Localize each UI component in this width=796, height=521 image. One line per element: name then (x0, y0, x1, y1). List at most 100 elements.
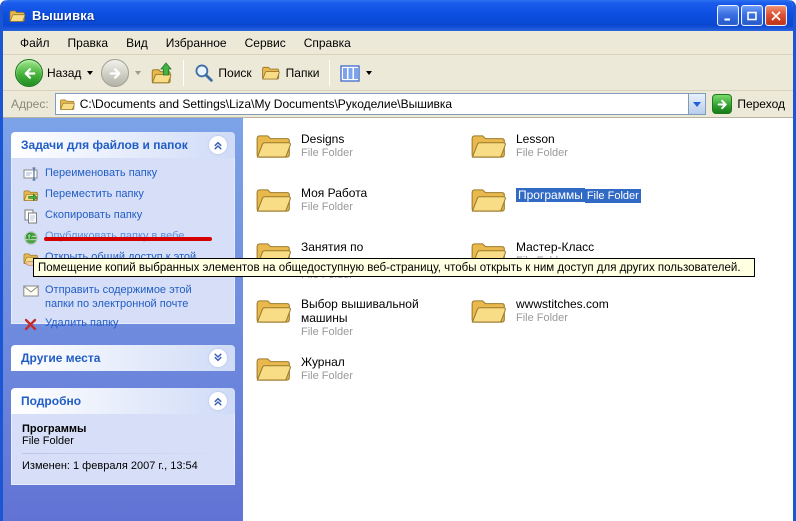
collapse-button[interactable] (209, 136, 227, 154)
window-title: Вышивка (32, 8, 717, 23)
task-label: Удалить папку (45, 316, 119, 330)
folder-icon (255, 353, 291, 383)
folder-icon (470, 295, 506, 325)
search-label: Поиск (218, 66, 251, 80)
collapse-button[interactable] (209, 392, 227, 410)
menu-favorites[interactable]: Избранное (157, 33, 236, 53)
folder-name: Мастер-Класс (516, 240, 594, 254)
close-button[interactable] (765, 5, 787, 26)
folder-type: File Folder (585, 189, 641, 203)
close-icon (770, 10, 782, 22)
details-item-type: File Folder (22, 435, 226, 447)
expand-button[interactable] (209, 349, 227, 367)
task-label: Отправить содержимое этой папки по элект… (45, 283, 223, 311)
tasks-panel-title: Задачи для файлов и папок (21, 138, 188, 152)
folder-icon-selected (470, 184, 506, 214)
delete-icon (22, 316, 39, 332)
folders-label: Папки (286, 66, 320, 80)
folders-icon (260, 64, 282, 82)
up-folder-icon (149, 62, 173, 84)
copy-folder-icon (22, 208, 39, 224)
move-folder-icon (22, 187, 39, 203)
task-label: Переименовать папку (45, 166, 157, 180)
views-dropdown-caret[interactable] (366, 71, 372, 75)
menu-view[interactable]: Вид (117, 33, 157, 53)
other-places-header[interactable]: Другие места (11, 345, 235, 371)
details-panel-title: Подробно (21, 394, 81, 408)
back-dropdown-caret[interactable] (87, 71, 93, 75)
task-email-folder-contents[interactable]: Отправить содержимое этой папки по элект… (22, 283, 228, 311)
details-panel-header[interactable]: Подробно (11, 388, 235, 414)
task-copy-folder[interactable]: Скопировать папку (22, 208, 228, 224)
folder-name: wwwstitches.com (516, 297, 609, 311)
folder-type: File Folder (301, 200, 367, 214)
tooltip-text: Помещение копий выбранных элементов на о… (38, 262, 741, 274)
folder-tile-designs[interactable]: DesignsFile Folder (255, 130, 467, 160)
folder-tile-lesson[interactable]: LessonFile Folder (470, 130, 682, 160)
go-arrow-icon (712, 94, 732, 114)
menu-tools[interactable]: Сервис (236, 33, 295, 53)
folder-tile-wwwstitches[interactable]: wwwstitches.comFile Folder (470, 295, 682, 325)
task-rename-folder[interactable]: Переименовать папку (22, 166, 228, 182)
folder-type: File Folder (516, 146, 568, 160)
red-underline-annotation (44, 237, 212, 241)
file-list-area[interactable]: DesignsFile Folder LessonFile Folder Моя… (243, 118, 793, 521)
search-icon (194, 63, 214, 83)
maximize-icon (746, 10, 758, 22)
folder-tile-zhurnal[interactable]: ЖурналFile Folder (255, 353, 467, 383)
forward-dropdown-caret[interactable] (135, 71, 141, 75)
address-folder-icon (59, 97, 76, 112)
go-label: Переход (737, 97, 785, 111)
minimize-icon (722, 10, 734, 22)
folder-icon (470, 130, 506, 160)
publish-web-icon (22, 229, 39, 245)
menu-help[interactable]: Справка (295, 33, 360, 53)
menu-bar: Файл Правка Вид Избранное Сервис Справка (3, 31, 793, 55)
folder-name: Выбор вышивальной машины (301, 297, 467, 325)
menu-file[interactable]: Файл (11, 33, 59, 53)
folder-name: Журнал (301, 355, 353, 369)
address-path: C:\Documents and Settings\Liza\My Docume… (80, 97, 689, 111)
toolbar-separator (183, 60, 184, 86)
back-button[interactable]: Назад (11, 57, 97, 89)
forward-button[interactable] (97, 57, 145, 89)
minimize-button[interactable] (717, 5, 739, 26)
address-input[interactable]: C:\Documents and Settings\Liza\My Docume… (55, 93, 707, 115)
address-bar: Адрес: C:\Documents and Settings\Liza\My… (3, 91, 793, 118)
rename-icon (22, 166, 39, 182)
search-button[interactable]: Поиск (190, 61, 255, 85)
tasks-panel-body: Переименовать папку Переместить папку (11, 158, 235, 324)
folder-tile-vybor-mashiny[interactable]: Выбор вышивальной машиныFile Folder (255, 295, 467, 339)
details-separator (22, 453, 226, 454)
folder-name: Designs (301, 132, 353, 146)
task-move-folder[interactable]: Переместить папку (22, 187, 228, 203)
chevron-down-icon (212, 352, 224, 364)
task-pane-sidebar: Задачи для файлов и папок Переименовать … (3, 118, 243, 521)
folder-type: File Folder (516, 311, 609, 325)
task-label: Переместить папку (45, 187, 144, 201)
forward-icon (101, 59, 129, 87)
address-label: Адрес: (11, 97, 49, 111)
menu-edit[interactable]: Правка (59, 33, 118, 53)
up-button[interactable] (145, 60, 177, 86)
details-item-name: Программы (22, 423, 226, 435)
folder-tile-moya-rabota[interactable]: Моя РаботаFile Folder (255, 184, 467, 214)
folders-button[interactable]: Папки (256, 62, 324, 84)
tasks-panel-header[interactable]: Задачи для файлов и папок (11, 132, 235, 158)
window-folder-icon (9, 8, 26, 24)
content-area: Задачи для файлов и папок Переименовать … (3, 118, 793, 521)
chevron-up-icon (212, 395, 224, 407)
go-button[interactable]: Переход (712, 94, 789, 114)
email-icon (22, 283, 39, 299)
chevron-up-icon (212, 139, 224, 151)
details-item-modified: Изменен: 1 февраля 2007 г., 13:54 (22, 460, 226, 472)
views-button[interactable] (336, 63, 376, 84)
address-dropdown-button[interactable] (688, 94, 705, 114)
maximize-button[interactable] (741, 5, 763, 26)
task-delete-folder[interactable]: Удалить папку (22, 316, 228, 332)
folder-tile-programmy-selected[interactable]: ПрограммыFile Folder (470, 184, 682, 214)
task-label: Скопировать папку (45, 208, 142, 222)
title-bar[interactable]: Вышивка (3, 0, 793, 31)
folder-icon (255, 130, 291, 160)
toolbar-separator (329, 60, 330, 86)
